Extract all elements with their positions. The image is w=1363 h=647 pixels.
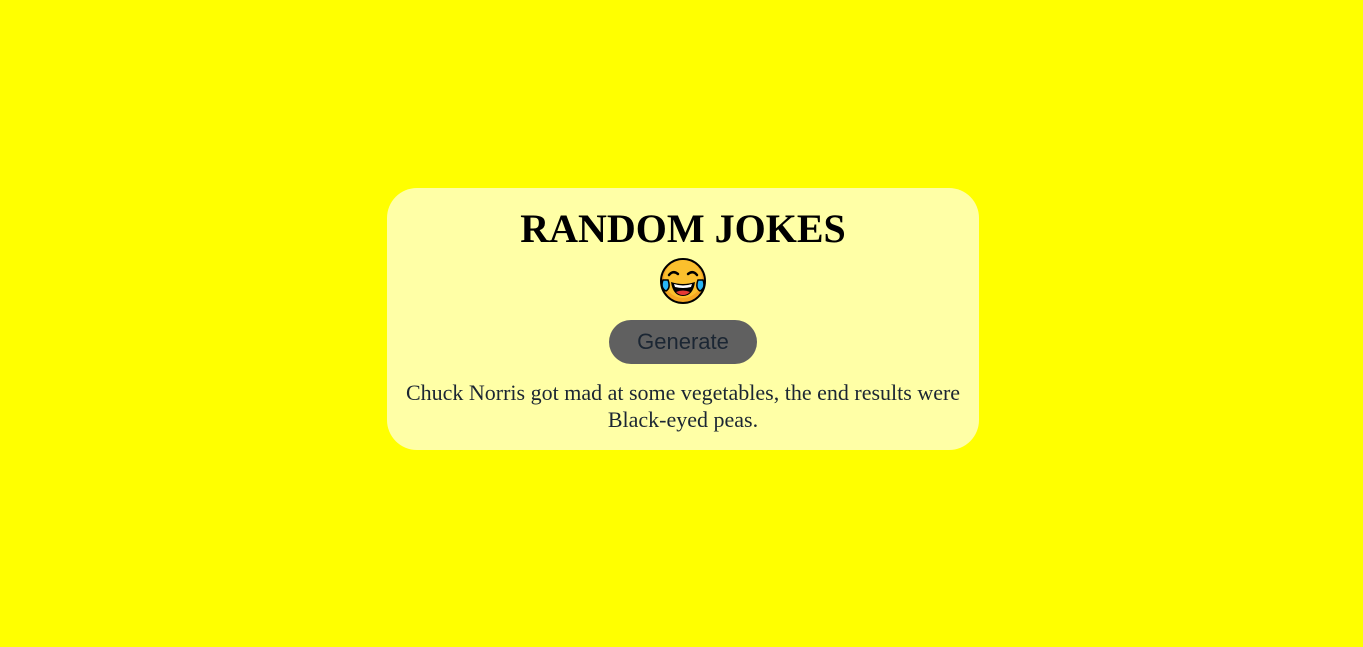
generate-button[interactable]: Generate bbox=[609, 320, 757, 364]
joke-text: Chuck Norris got mad at some vegetables,… bbox=[405, 380, 961, 432]
joke-card: RANDOM JOKES Generate Chuck Norris got m… bbox=[387, 188, 979, 450]
face-with-tears-of-joy-icon bbox=[659, 258, 707, 304]
page-title: RANDOM JOKES bbox=[520, 206, 846, 251]
